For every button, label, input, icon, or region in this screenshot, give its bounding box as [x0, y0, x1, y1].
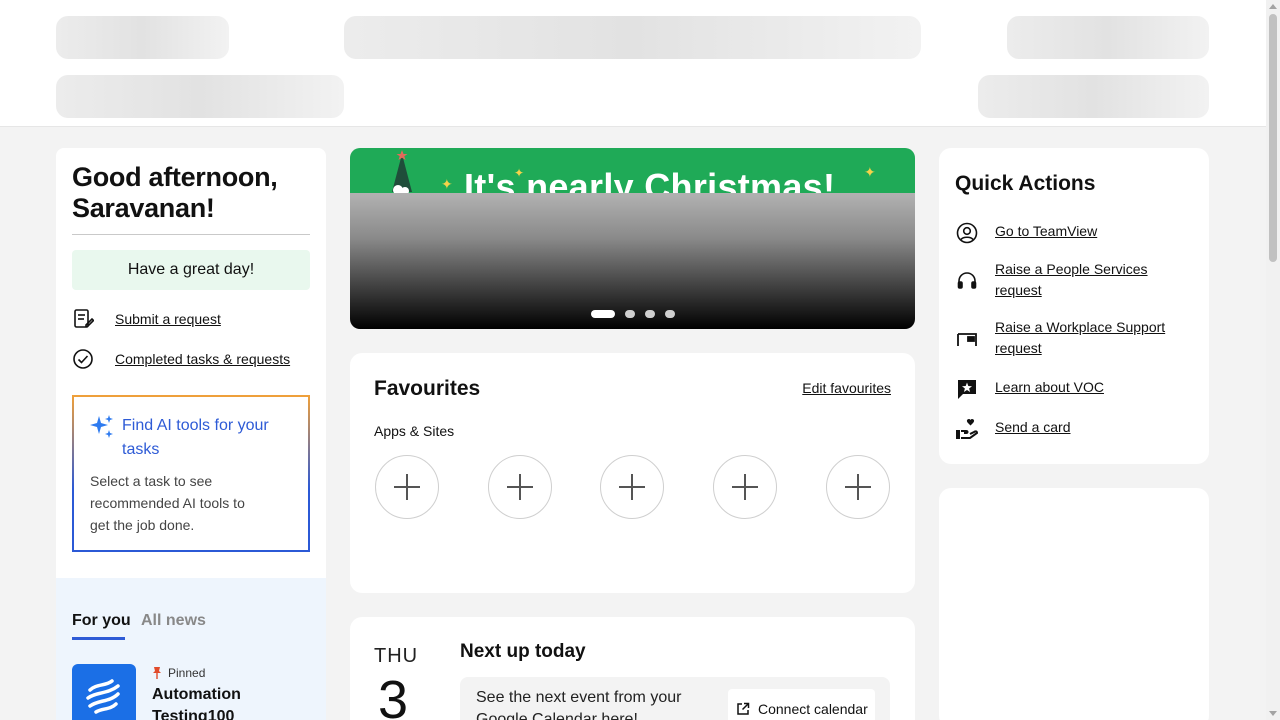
add-favourite-button-5[interactable]	[826, 455, 890, 519]
quick-action-people-services[interactable]: Raise a People Services request	[955, 259, 1175, 301]
carousel-dot-1[interactable]	[591, 310, 615, 318]
christmas-banner[interactable]: ✦ ✦ ✦ It's nearly Christmas!	[350, 148, 915, 329]
greeting-title: Good afternoon, Saravanan!	[72, 162, 310, 224]
external-link-icon	[736, 702, 750, 716]
skeleton-nav	[56, 75, 344, 118]
scrollbar-thumb[interactable]	[1269, 14, 1277, 262]
greeting-line-1: Good afternoon,	[72, 162, 278, 192]
carousel-dot-2[interactable]	[625, 310, 635, 318]
greeting-card: Good afternoon, Saravanan! Have a great …	[56, 148, 326, 578]
skeleton-logo	[56, 16, 229, 59]
submit-request-link[interactable]: Submit a request	[115, 311, 221, 327]
news-panel: For you All news Pinned Automation Testi…	[56, 578, 326, 720]
star-chat-icon	[955, 377, 979, 401]
pinned-text: Pinned	[168, 666, 206, 680]
quick-action-workplace-support[interactable]: Raise a Workplace Support request	[955, 317, 1175, 359]
carousel-dots	[591, 310, 675, 318]
completed-tasks-link[interactable]: Completed tasks & requests	[115, 351, 290, 367]
carousel-dot-4[interactable]	[665, 310, 675, 318]
news-item-title[interactable]: Automation Testing100	[152, 684, 302, 720]
tab-for-you[interactable]: For you	[72, 612, 131, 630]
next-event-message: See the next event from your Google Cale…	[476, 689, 682, 720]
pin-icon	[152, 667, 162, 679]
headset-icon	[955, 269, 979, 293]
go-to-teamview-link[interactable]: Go to TeamView	[995, 221, 1175, 242]
ai-tools-title: Find AI tools for your tasks	[122, 417, 269, 458]
scroll-up-icon[interactable]	[1269, 4, 1277, 9]
edit-favourites-link[interactable]: Edit favourites	[802, 380, 891, 396]
right-lower-card	[939, 488, 1209, 720]
learn-about-voc-link[interactable]: Learn about VOC	[995, 377, 1175, 398]
quick-action-send-card[interactable]: Send a card	[955, 417, 1175, 441]
scroll-down-icon[interactable]	[1269, 711, 1277, 716]
scrollbar[interactable]	[1266, 0, 1280, 720]
news-thumbnail[interactable]	[72, 664, 136, 720]
tab-all-news[interactable]: All news	[141, 612, 206, 630]
ai-tools-description: Select a task to see recommended AI tool…	[90, 473, 245, 533]
header-loading	[0, 0, 1266, 127]
next-up-card: THU 3 Next up today See the next event f…	[350, 617, 915, 720]
hand-heart-icon	[955, 417, 979, 441]
workplace-support-link[interactable]: Raise a Workplace Support request	[995, 317, 1175, 359]
quick-action-voc[interactable]: Learn about VOC	[955, 377, 1175, 401]
add-favourite-button-2[interactable]	[488, 455, 552, 519]
banner-header: ✦ ✦ ✦ It's nearly Christmas!	[350, 148, 915, 193]
quick-actions-card: Quick Actions Go to TeamView Raise a Peo…	[939, 148, 1209, 464]
apps-sites-label: Apps & Sites	[374, 423, 455, 439]
form-icon	[72, 307, 102, 331]
greeting-message: Have a great day!	[72, 250, 310, 290]
pinned-label: Pinned	[152, 666, 205, 680]
tab-active-indicator	[72, 637, 125, 640]
check-circle-icon	[72, 347, 102, 371]
day-of-week: THU	[374, 645, 419, 667]
tree-icon	[386, 150, 418, 193]
carousel-dot-3[interactable]	[645, 310, 655, 318]
connect-calendar-button[interactable]: Connect calendar	[728, 689, 875, 720]
desk-icon	[955, 327, 979, 351]
divider	[72, 234, 310, 235]
skeleton-actions	[978, 75, 1209, 118]
banner-headline: It's nearly Christmas!	[464, 166, 836, 193]
next-event-box: See the next event from your Google Cale…	[460, 677, 890, 720]
sparkle-icon-3: ✦	[864, 164, 876, 180]
favourites-title: Favourites	[374, 377, 481, 400]
sparkle-icon	[88, 413, 116, 446]
sparkle-icon-1: ✦	[441, 176, 453, 192]
people-services-link[interactable]: Raise a People Services request	[995, 259, 1175, 301]
add-favourite-button-3[interactable]	[600, 455, 664, 519]
connect-calendar-label: Connect calendar	[758, 701, 868, 717]
day-number: 3	[378, 670, 409, 720]
submit-request-link-row[interactable]: Submit a request	[72, 307, 221, 331]
skeleton-search	[344, 16, 921, 59]
send-a-card-link[interactable]: Send a card	[995, 417, 1175, 438]
skeleton-profile	[1007, 16, 1209, 59]
news-logo-icon	[86, 679, 120, 714]
quick-action-teamview[interactable]: Go to TeamView	[955, 221, 1175, 245]
next-up-title: Next up today	[460, 641, 586, 662]
favourites-card: Favourites Edit favourites Apps & Sites	[350, 353, 915, 593]
user-circle-icon	[955, 221, 979, 245]
greeting-name: Saravanan!	[72, 193, 215, 223]
add-favourite-button-4[interactable]	[713, 455, 777, 519]
quick-actions-title: Quick Actions	[955, 172, 1096, 195]
ai-tools-card[interactable]: Find AI tools for your tasks Select a ta…	[72, 395, 310, 552]
completed-tasks-link-row[interactable]: Completed tasks & requests	[72, 347, 290, 371]
add-favourite-button-1[interactable]	[375, 455, 439, 519]
